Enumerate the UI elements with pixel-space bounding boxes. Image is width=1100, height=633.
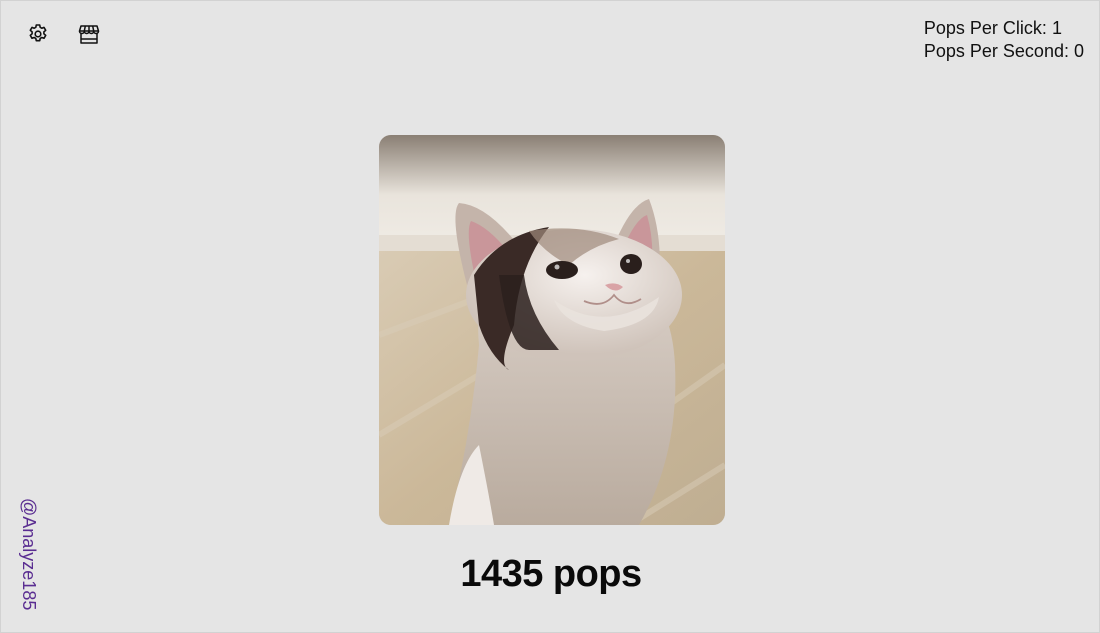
pop-count-value: 1435	[460, 553, 543, 595]
pops-per-second: Pops Per Second: 0	[924, 40, 1084, 63]
stats-panel: Pops Per Click: 1 Pops Per Second: 0	[924, 17, 1084, 63]
storefront-icon	[77, 22, 101, 51]
pops-per-click-label: Pops Per Click:	[923, 18, 1047, 38]
pop-cat-image	[379, 135, 725, 525]
author-credit-link[interactable]: @Analyze185	[18, 498, 39, 610]
pop-cat-button[interactable]	[379, 135, 725, 525]
game-page: Pops Per Click: 1 Pops Per Second: 0 143…	[0, 0, 1100, 633]
pop-count-unit: pops	[552, 553, 642, 595]
pop-counter: 1435 pops	[1, 553, 1100, 596]
gear-icon	[26, 22, 50, 51]
pops-per-second-label: Pops Per Second:	[923, 41, 1069, 61]
pops-per-click-value: 1	[1051, 18, 1062, 38]
pops-per-second-value: 0	[1073, 41, 1084, 61]
pops-per-click: Pops Per Click: 1	[924, 17, 1084, 40]
settings-button[interactable]	[23, 21, 53, 51]
shop-button[interactable]	[74, 21, 104, 51]
